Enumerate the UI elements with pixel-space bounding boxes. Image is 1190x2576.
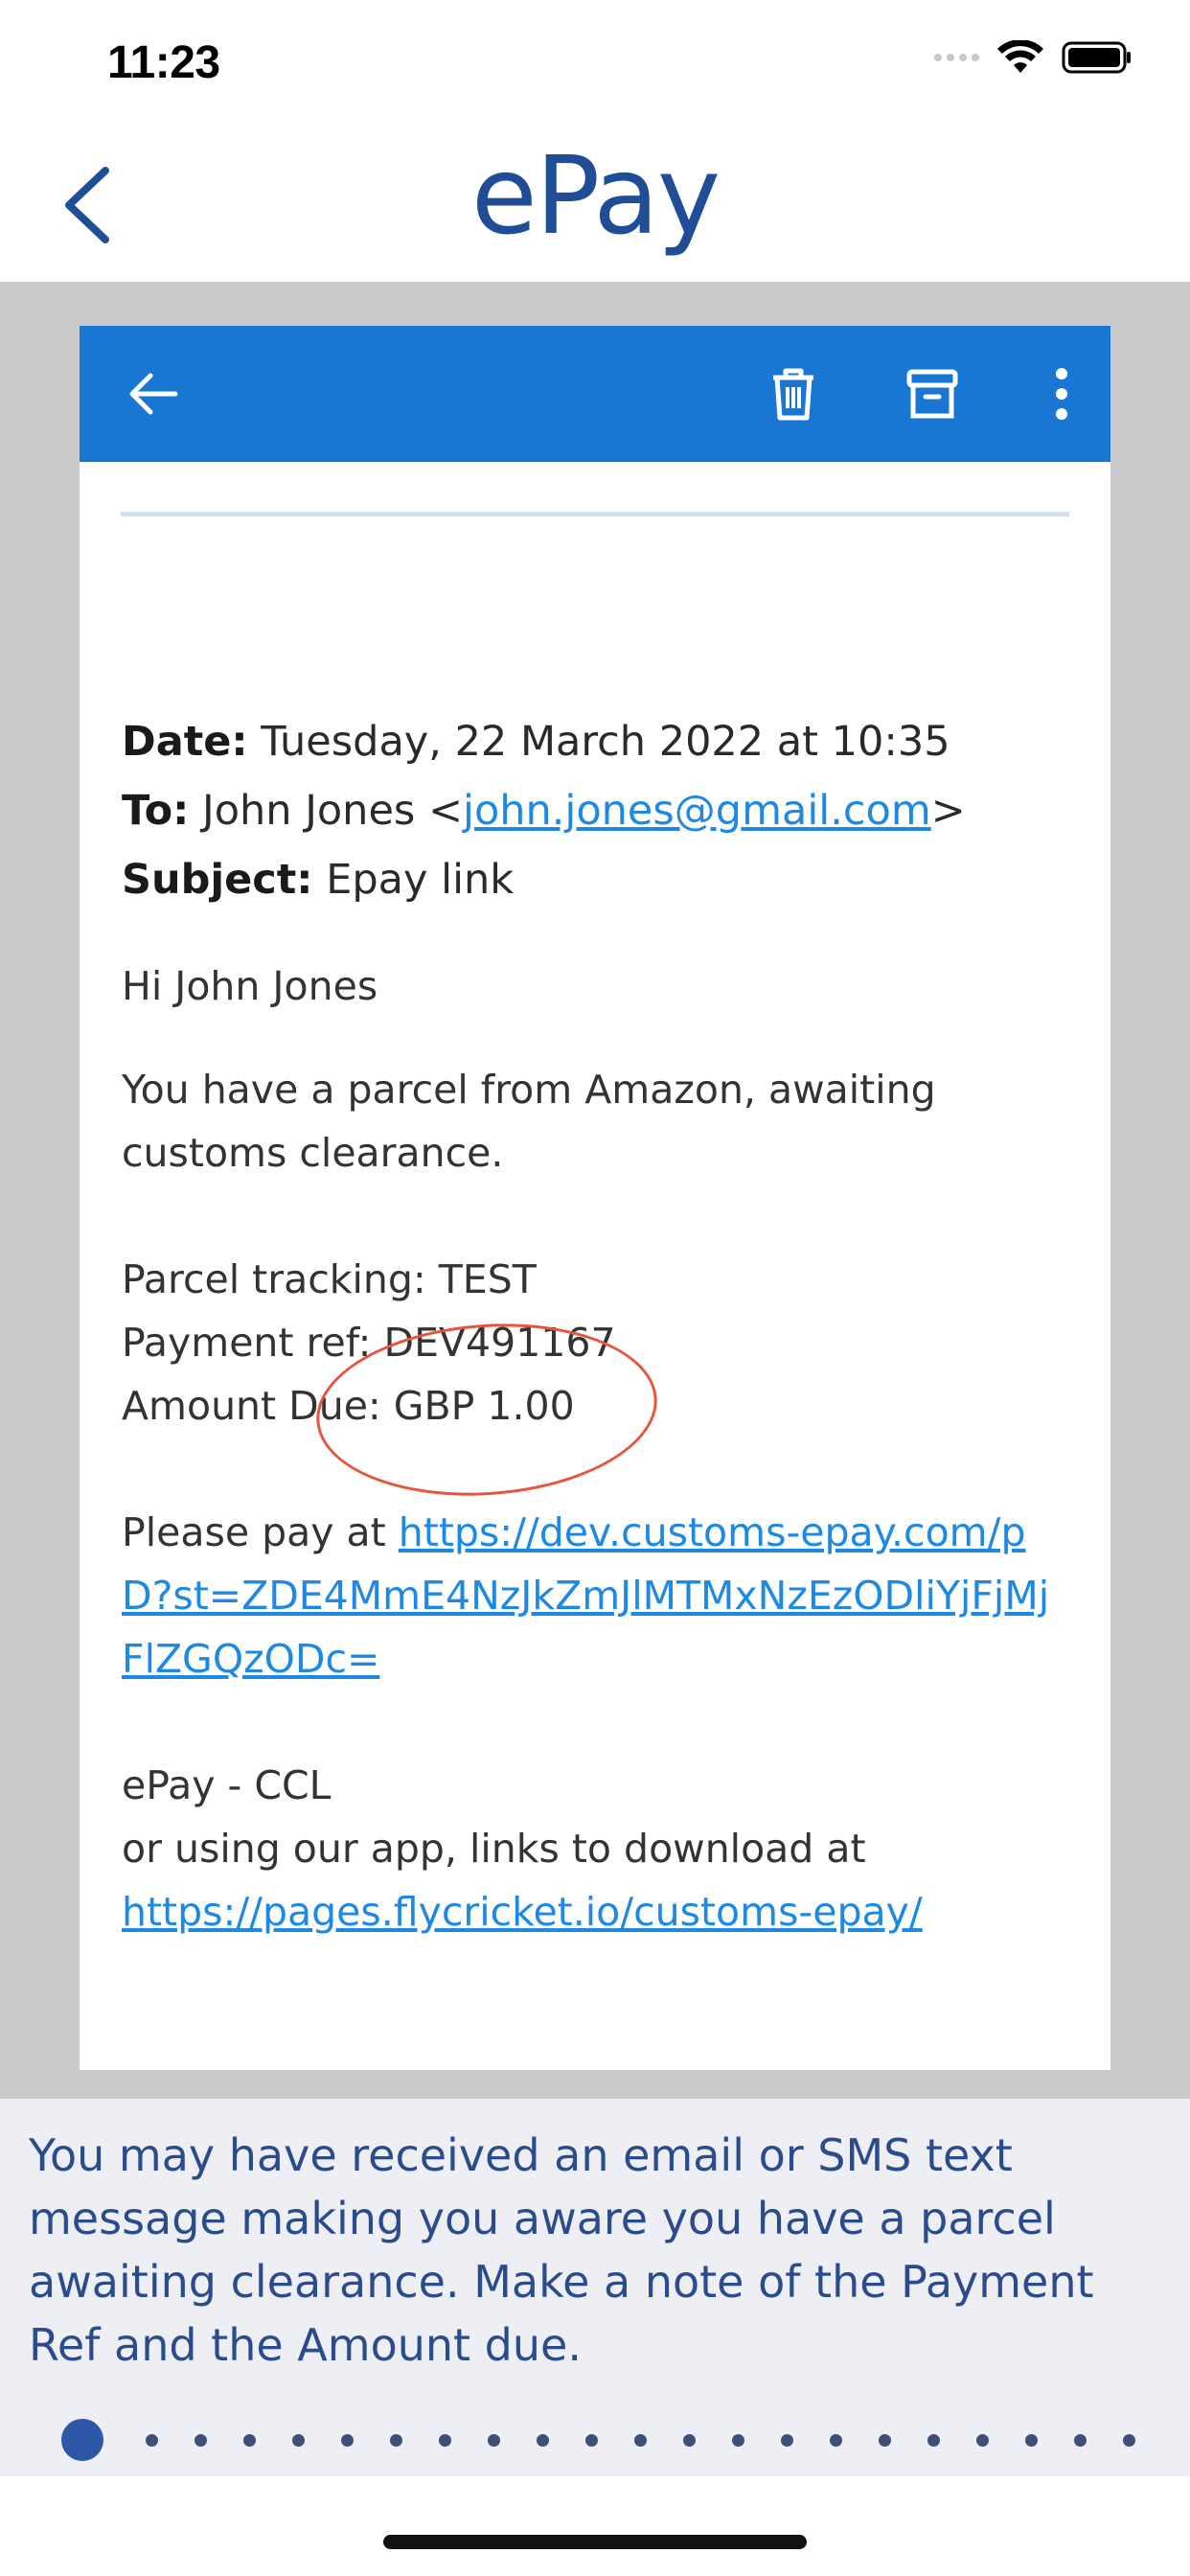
page-dot[interactable] — [683, 2433, 696, 2447]
app-text: or using our app, links to download at — [122, 1826, 866, 1872]
page-dot[interactable] — [634, 2433, 647, 2447]
email-toolbar — [80, 326, 1110, 462]
arrow-left-icon — [129, 373, 178, 415]
archive-icon — [906, 369, 958, 419]
email-to: To: John Jones <john.jones@gmail.com> — [122, 776, 1080, 845]
email-body: Date: Tuesday, 22 March 2022 at 10:35 To… — [122, 707, 1080, 1944]
page-dot[interactable] — [732, 2433, 744, 2447]
email-greeting: Hi John Jones — [122, 963, 378, 1009]
page-dot[interactable] — [341, 2433, 354, 2447]
page-indicator[interactable] — [61, 2419, 1172, 2461]
email-signature: ePay - CCL — [122, 1762, 332, 1808]
date-value: Tuesday, 22 March 2022 at 10:35 — [261, 718, 950, 766]
email-subject: Subject: Epay link — [122, 845, 1080, 914]
pay-prefix: Please pay at — [122, 1509, 399, 1555]
page-title: ePay — [470, 134, 721, 259]
home-indicator — [383, 2535, 807, 2549]
page-dot[interactable] — [976, 2433, 989, 2447]
cellular-signal-icon — [934, 54, 979, 61]
page-dot[interactable] — [146, 2433, 158, 2447]
app-link[interactable]: https://pages.flycricket.io/customs-epay… — [122, 1880, 1080, 1944]
parcel-tracking: Parcel tracking: TEST — [122, 1256, 537, 1302]
wifi-icon — [997, 40, 1043, 73]
status-bar: 11:23 — [0, 0, 1190, 126]
amount-due: Amount Due: GBP 1.00 — [122, 1383, 575, 1429]
payment-ref: Payment ref: DEV491167 — [122, 1320, 616, 1366]
trash-icon — [773, 368, 813, 421]
to-label: To: — [122, 787, 190, 835]
navigation-bar: ePay — [0, 126, 1190, 282]
status-time: 11:23 — [107, 37, 220, 88]
page-dot[interactable] — [781, 2433, 793, 2447]
page-dot[interactable] — [879, 2433, 891, 2447]
page-dot[interactable] — [1074, 2433, 1087, 2447]
date-label: Date: — [122, 718, 248, 766]
email-date: Date: Tuesday, 22 March 2022 at 10:35 — [122, 707, 1080, 776]
page-dot[interactable] — [61, 2419, 103, 2461]
to-close: > — [930, 787, 966, 835]
divider — [121, 512, 1069, 517]
status-icons — [934, 40, 1133, 75]
page-dot[interactable] — [1123, 2433, 1135, 2447]
to-email-link[interactable]: john.jones@gmail.com — [463, 787, 931, 835]
page-dot[interactable] — [1025, 2433, 1038, 2447]
page-dot[interactable] — [585, 2433, 598, 2447]
battery-icon — [1062, 41, 1131, 74]
more-vertical-icon — [1056, 368, 1067, 420]
page-dot[interactable] — [439, 2433, 451, 2447]
to-name: John Jones < — [202, 787, 463, 835]
email-intro: You have a parcel from Amazon, awaiting … — [122, 1067, 936, 1176]
page-dot[interactable] — [927, 2433, 940, 2447]
subject-value: Epay link — [326, 856, 515, 904]
page-dot[interactable] — [243, 2433, 256, 2447]
subject-label: Subject: — [122, 856, 313, 904]
instruction-text: You may have received an email or SMS te… — [29, 2129, 1094, 2371]
pay-instruction: Please pay at https://dev.customs-epay.c… — [122, 1501, 1070, 1690]
page-dot[interactable] — [390, 2433, 402, 2447]
page-dot[interactable] — [195, 2433, 207, 2447]
page-dot[interactable] — [537, 2433, 549, 2447]
page-dot[interactable] — [830, 2433, 842, 2447]
page-dot[interactable] — [488, 2433, 500, 2447]
page-dot[interactable] — [292, 2433, 305, 2447]
